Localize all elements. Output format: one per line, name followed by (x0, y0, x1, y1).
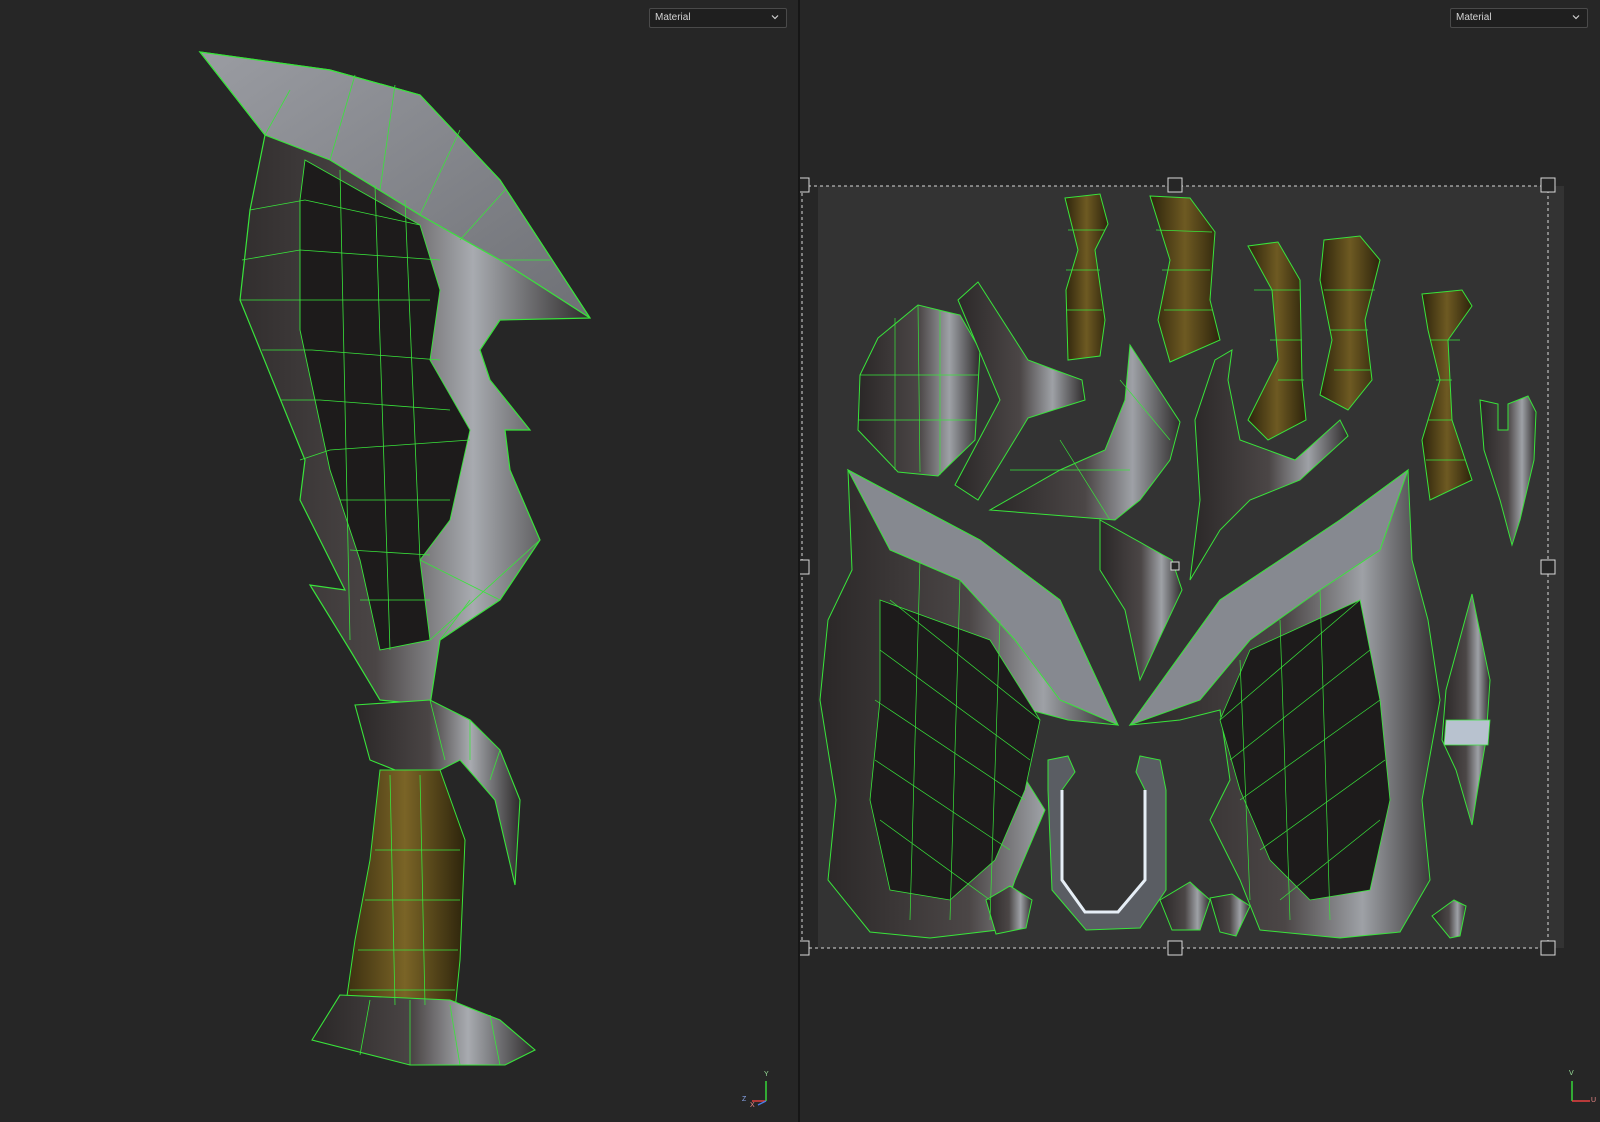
chevron-down-icon (1572, 15, 1580, 20)
handle-wrap (344, 769, 466, 1011)
uv-shading-mode-dropdown[interactable]: Material (1450, 8, 1588, 28)
handle-bottom-center (1167, 940, 1183, 956)
axis-label-x: X (750, 1102, 755, 1109)
axis-label-z: Z (742, 1096, 747, 1103)
axis-gizmo-3d: Y Z X (742, 1071, 776, 1109)
uv-shading-mode-value: Material (1456, 12, 1492, 23)
handle-middle-left (800, 559, 810, 575)
axis-label-u: U (1591, 1097, 1597, 1104)
viewport-3d[interactable]: Material Y Z X (0, 0, 798, 1122)
handle-top-right (1540, 177, 1556, 193)
handle-top-center (1167, 177, 1183, 193)
handle-bottom-right (1540, 940, 1556, 956)
axis-label-y: Y (764, 1071, 769, 1078)
handle-pivot (1170, 561, 1180, 571)
weapon-3d-model[interactable] (0, 0, 798, 1122)
chevron-down-icon (771, 15, 779, 20)
pommel (311, 994, 536, 1066)
uv-layout[interactable] (800, 0, 1600, 1122)
handle-bottom-left (800, 940, 810, 956)
shading-mode-dropdown[interactable]: Material (649, 8, 787, 28)
handle-top-left (800, 177, 810, 193)
axis-label-v: V (1569, 1070, 1574, 1077)
viewport-uv-editor[interactable]: Material V U (800, 0, 1600, 1122)
axis-gizmo-icon (752, 1081, 767, 1106)
handle-middle-right (1540, 559, 1556, 575)
axis-gizmo-uv: V U (1564, 1070, 1598, 1109)
shading-mode-value: Material (655, 12, 691, 23)
